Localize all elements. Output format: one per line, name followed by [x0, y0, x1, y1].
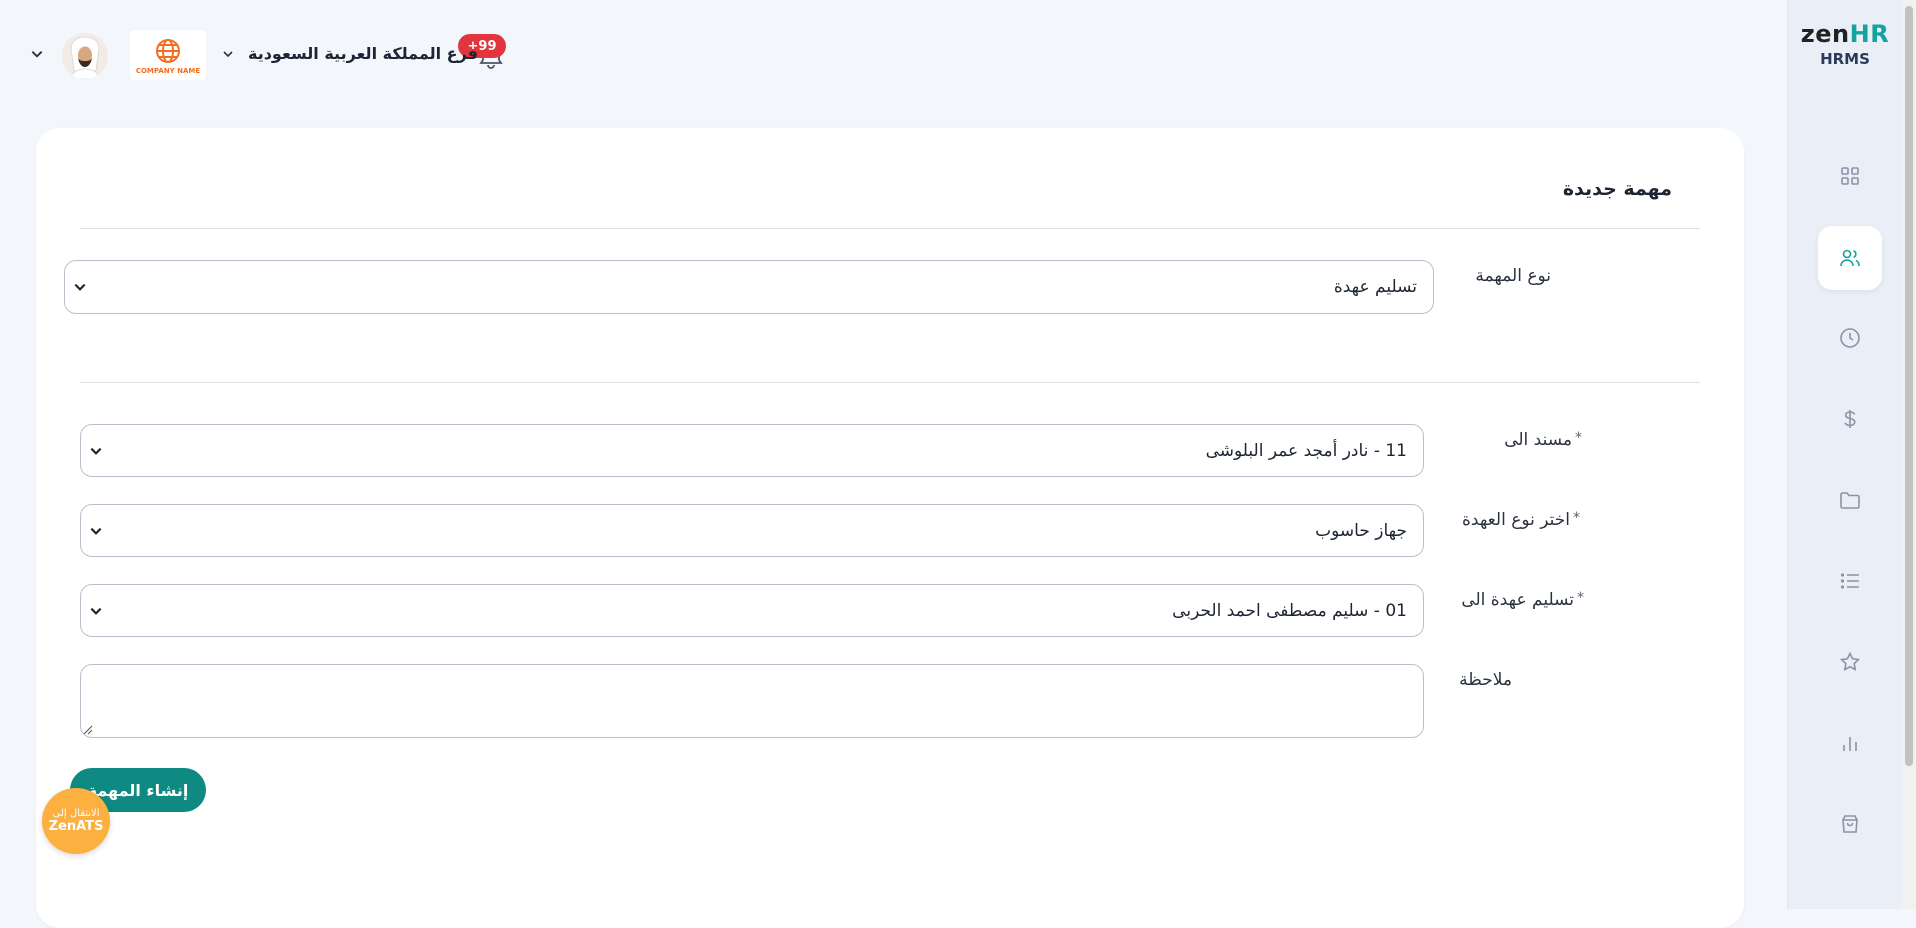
branch-label: فرع المملكة العربية السعودية	[248, 44, 479, 63]
chevron-down-icon	[90, 527, 102, 535]
deliver-to-select[interactable]: 01 - سليم مصطفى احمد الحربى	[80, 584, 1424, 637]
sidebar: zenHR HRMS	[1787, 0, 1916, 909]
chevron-down-icon	[223, 50, 233, 57]
task-type-select[interactable]: تسليم عهدة	[64, 260, 1434, 314]
sidebar-item-documents[interactable]	[1818, 468, 1882, 532]
note-textarea[interactable]	[80, 664, 1424, 738]
dollar-icon	[1844, 410, 1856, 428]
zenats-line1: الانتقال إلى	[52, 808, 100, 819]
company-logo: COMPANY NAME	[130, 30, 206, 80]
task-type-label: نوع المهمة	[1475, 266, 1551, 286]
custody-type-select[interactable]: جهاز حاسوب	[80, 504, 1424, 557]
sidebar-item-attendance[interactable]	[1818, 306, 1882, 370]
bar-chart-icon	[1843, 737, 1857, 751]
assigned-to-label-text: مسند الى	[1504, 430, 1572, 450]
brand-logo[interactable]: zenHR HRMS	[1788, 20, 1902, 68]
sidebar-item-payroll[interactable]	[1818, 387, 1882, 451]
chevron-down-icon	[90, 447, 102, 455]
deliver-to-label: *تسليم عهدة الى	[1461, 590, 1584, 610]
custody-type-label: *اختر نوع العهدة	[1462, 510, 1580, 530]
assigned-to-label: *مسند الى	[1504, 430, 1582, 450]
required-marker: *	[1577, 590, 1584, 606]
sidebar-item-performance[interactable]	[1818, 630, 1882, 694]
divider	[80, 228, 1700, 229]
note-label: ملاحظة	[1459, 670, 1512, 690]
deliver-to-label-text: تسليم عهدة الى	[1461, 590, 1574, 610]
brand-logo-accent: HR	[1849, 20, 1890, 48]
assigned-to-value: 11 - نادر أمجد عمر البلوشى	[1205, 440, 1407, 461]
sidebar-item-tasks[interactable]	[1818, 549, 1882, 613]
custody-type-value: جهاز حاسوب	[1315, 520, 1407, 541]
sidebar-item-store[interactable]	[1818, 792, 1882, 856]
zenats-shortcut-button[interactable]: الانتقال إلى ZenATS	[42, 788, 110, 854]
task-form-card: مهمة جديدة نوع المهمة تسليم عهدة *مسند ا…	[36, 128, 1744, 928]
chevron-down-icon	[90, 607, 102, 615]
sidebar-item-employees[interactable]	[1818, 226, 1882, 290]
globe-icon	[156, 38, 180, 63]
required-marker: *	[1573, 510, 1580, 526]
company-logo-text: COMPANY NAME	[135, 66, 201, 75]
assigned-to-select[interactable]: 11 - نادر أمجد عمر البلوشى	[80, 424, 1424, 477]
sidebar-item-dashboard[interactable]	[1818, 144, 1882, 208]
page-scrollbar[interactable]	[1902, 0, 1916, 909]
page-title: مهمة جديدة	[1562, 178, 1672, 200]
resize-grip-icon[interactable]	[83, 725, 93, 735]
chevron-down-icon	[74, 283, 86, 291]
brand-logo-main: zen	[1800, 20, 1850, 48]
branch-selector[interactable]: فرع المملكة العربية السعودية	[222, 44, 478, 63]
required-marker: *	[1575, 430, 1582, 446]
folder-icon	[1840, 492, 1860, 509]
dashboard-grid-icon	[1841, 167, 1859, 185]
scrollbar-thumb[interactable]	[1905, 6, 1913, 766]
avatar[interactable]	[62, 33, 108, 79]
top-header: +99 فرع المملكة العربية السعودية COMPANY…	[0, 0, 1786, 110]
shopping-bag-icon	[1842, 815, 1858, 833]
brand-subtitle: HRMS	[1820, 50, 1870, 68]
user-avatar-image	[62, 33, 108, 79]
custody-type-label-text: اختر نوع العهدة	[1462, 510, 1570, 530]
star-icon	[1839, 651, 1861, 671]
sidebar-item-reports[interactable]	[1818, 711, 1882, 775]
divider	[80, 382, 1700, 383]
clock-icon	[1840, 328, 1860, 348]
task-type-value: تسليم عهدة	[1333, 277, 1417, 297]
user-menu-chevron-icon[interactable]	[30, 47, 44, 61]
list-icon	[1840, 573, 1859, 589]
zenats-line2: ZenATS	[48, 819, 104, 834]
users-icon	[1840, 249, 1860, 267]
deliver-to-value: 01 - سليم مصطفى احمد الحربى	[1172, 600, 1407, 621]
